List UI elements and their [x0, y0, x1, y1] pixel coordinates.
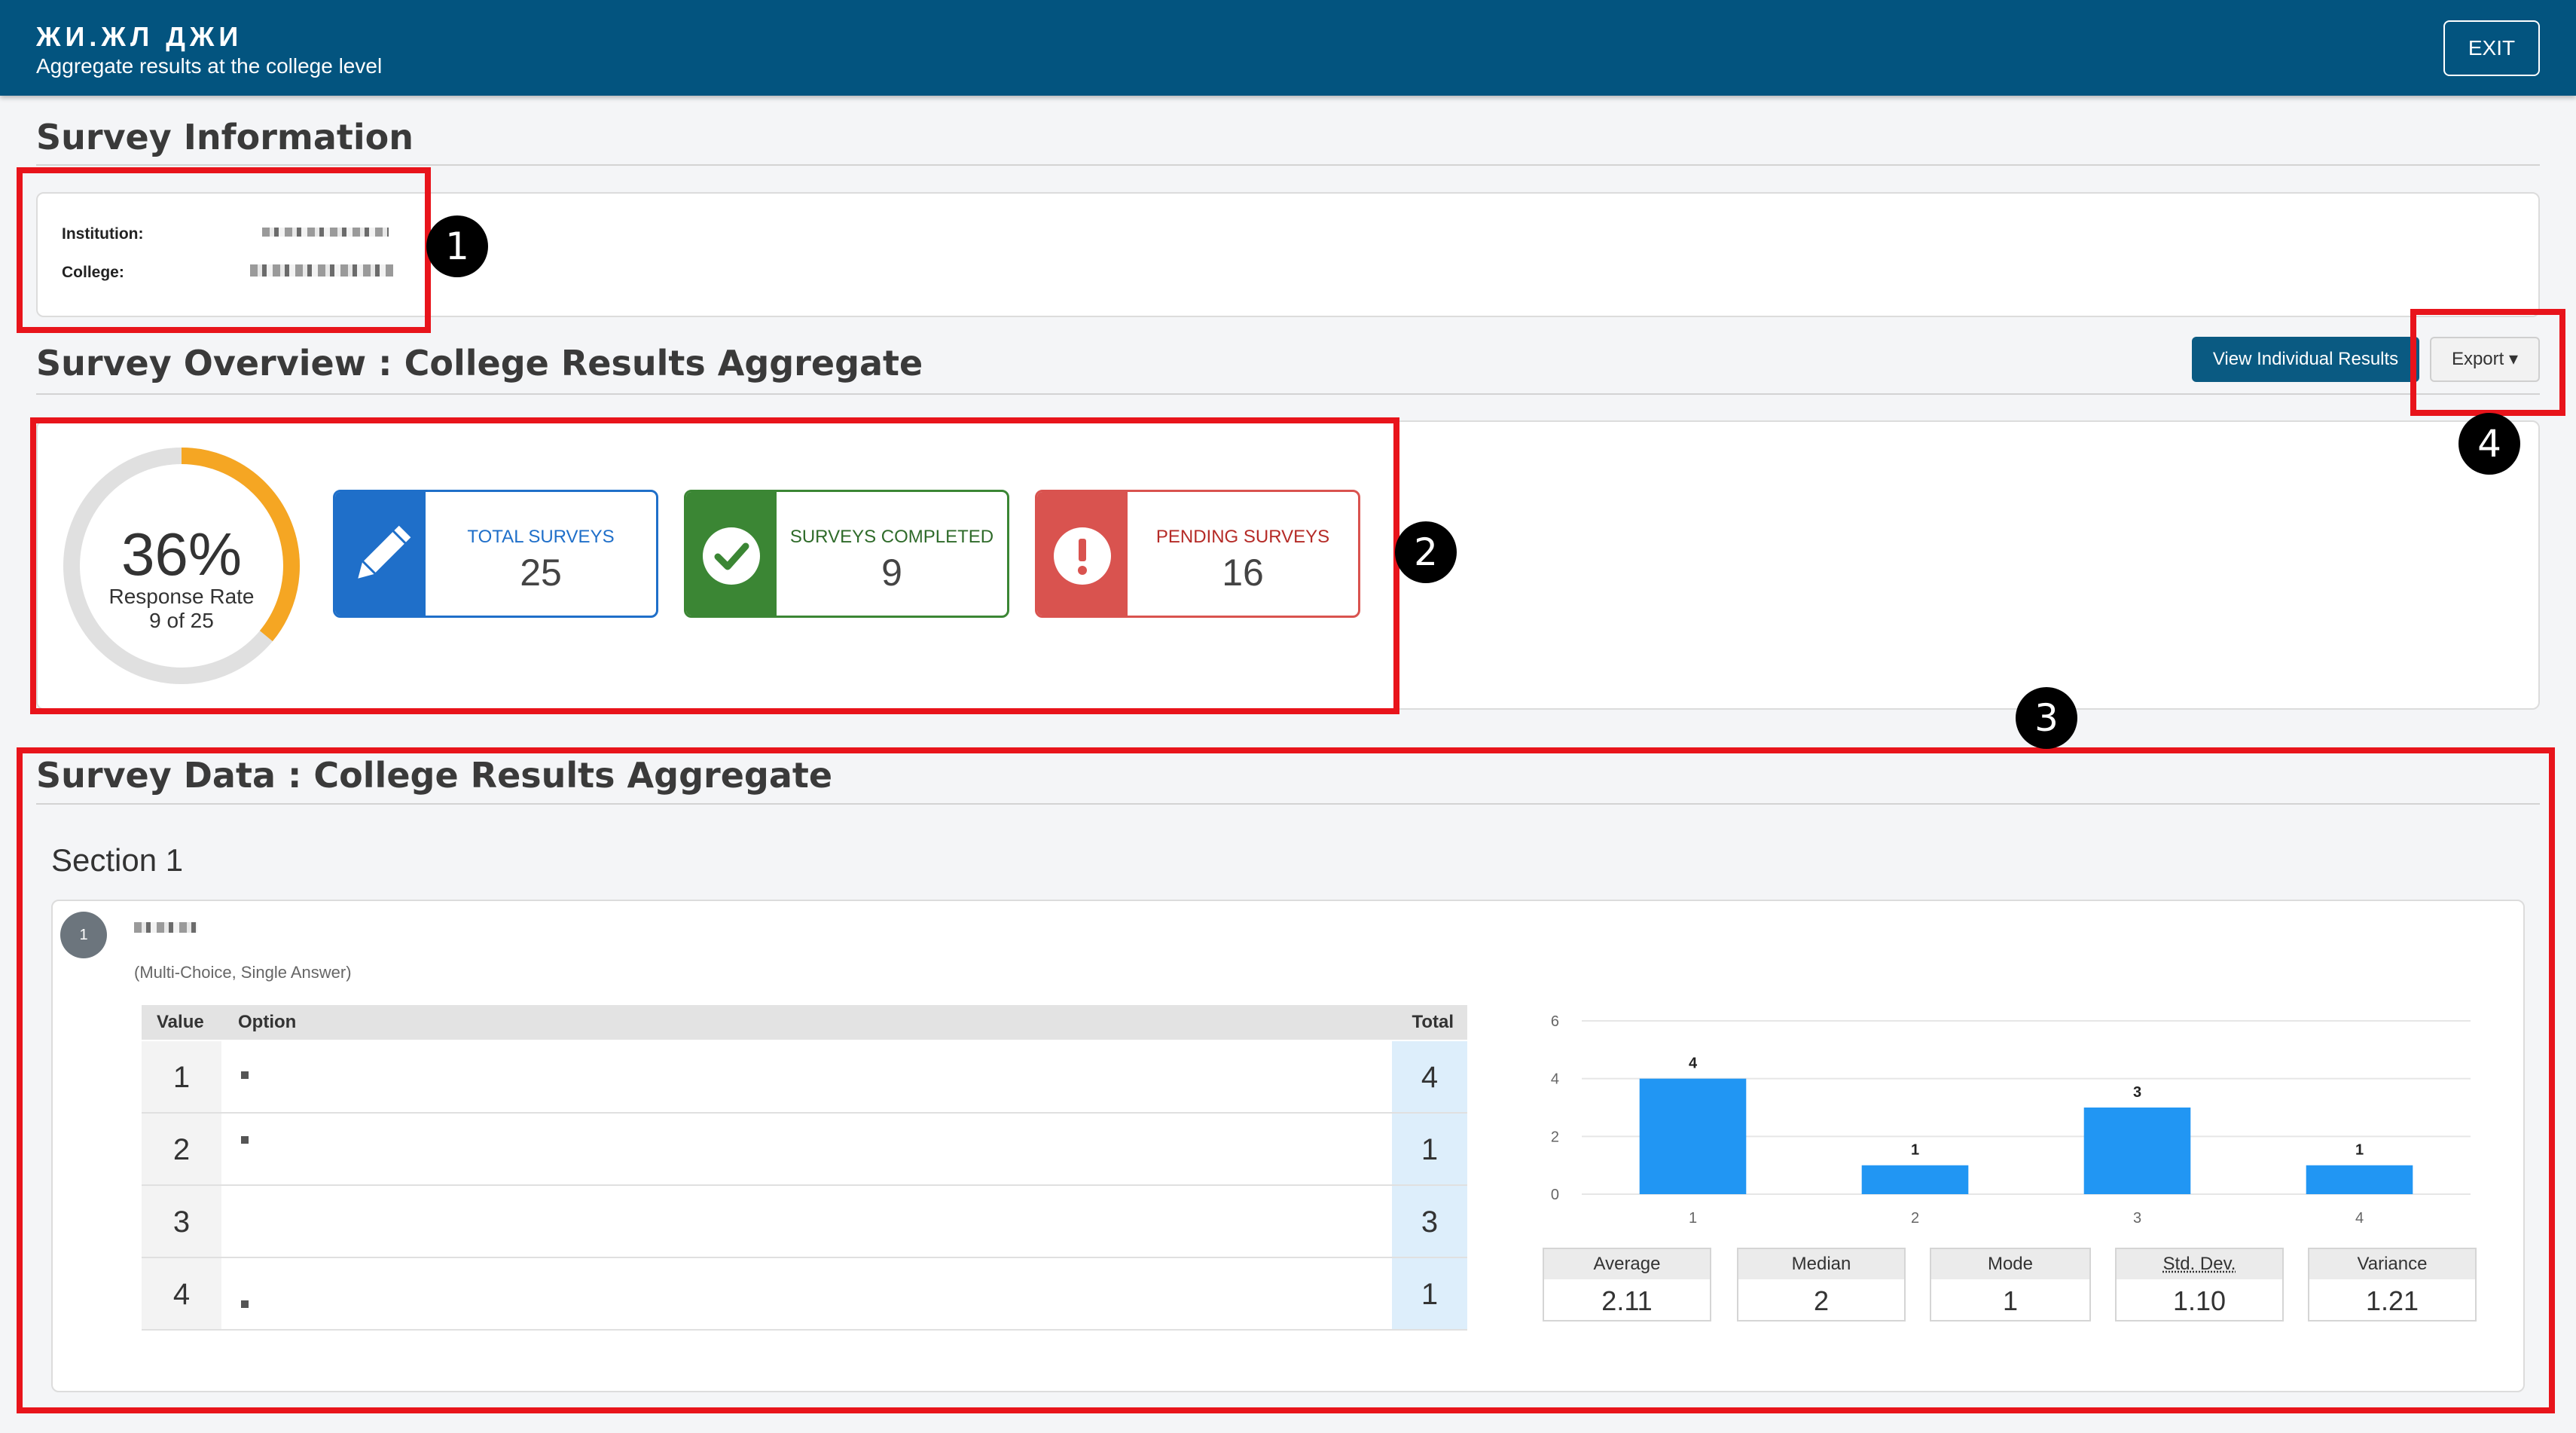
app-subtitle: Aggregate results at the college level	[36, 54, 383, 78]
exit-button[interactable]: EXIT	[2443, 20, 2540, 76]
highlight-box-info	[17, 167, 431, 333]
divider	[36, 164, 2540, 166]
annotation-badge-1: 1	[426, 215, 488, 277]
view-individual-results-button[interactable]: View Individual Results	[2192, 337, 2419, 382]
app-header: ЖИ.ЖЛ ДЖИ Aggregate results at the colle…	[0, 0, 2576, 96]
highlight-box-export	[2410, 309, 2565, 416]
annotation-badge-3: 3	[2016, 687, 2077, 749]
highlight-box-overview	[30, 417, 1399, 714]
survey-overview-heading: Survey Overview : College Results Aggreg…	[36, 343, 923, 383]
annotation-badge-2: 2	[1395, 521, 1457, 583]
survey-information-heading: Survey Information	[36, 117, 414, 157]
annotation-badge-4: 4	[2458, 413, 2520, 475]
divider	[36, 393, 2540, 395]
app-title: ЖИ.ЖЛ ДЖИ	[36, 21, 243, 52]
highlight-box-data	[17, 747, 2555, 1413]
